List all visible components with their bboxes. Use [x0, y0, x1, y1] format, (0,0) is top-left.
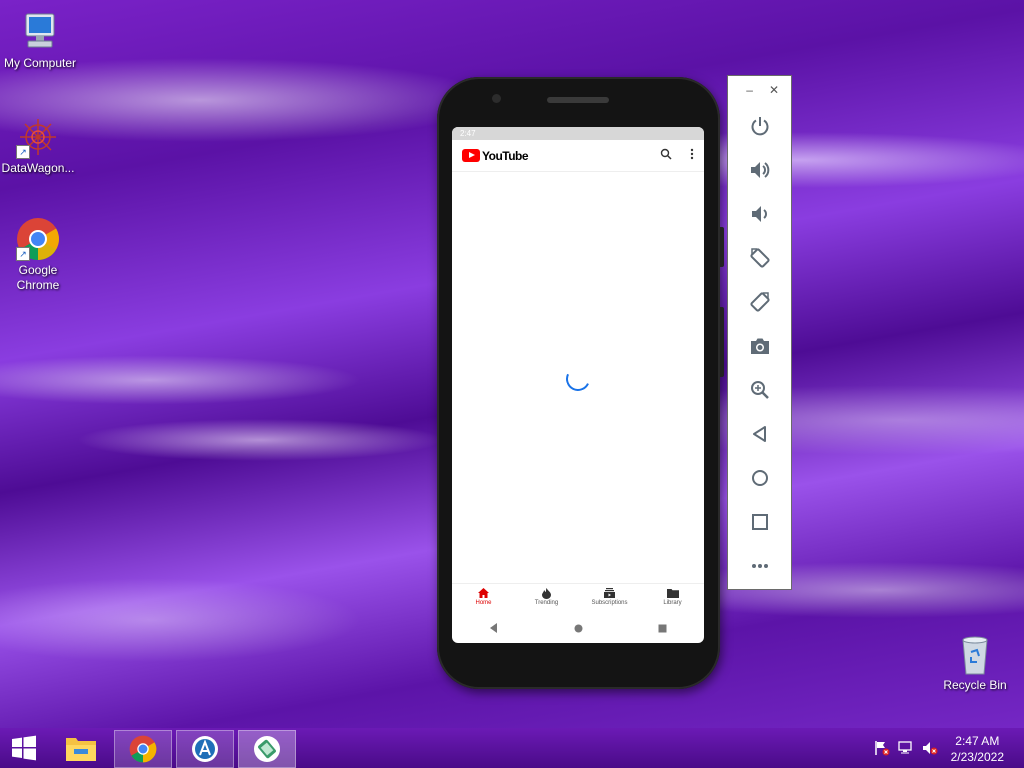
emulator-toolbar: – ✕ — [727, 75, 792, 590]
back-icon — [752, 426, 766, 442]
zoom-icon — [750, 381, 769, 399]
tray-network[interactable] — [896, 730, 916, 766]
flame-icon — [515, 588, 578, 600]
rotate-right-button[interactable] — [728, 280, 791, 324]
file-explorer-icon — [66, 738, 96, 761]
status-time: 2:47 — [460, 129, 476, 138]
subscriptions-icon — [578, 588, 641, 600]
volume-up-icon — [750, 162, 769, 178]
close-button[interactable]: ✕ — [769, 83, 779, 97]
nav-library[interactable]: Library — [641, 584, 704, 614]
nav-label: Trending — [534, 600, 559, 606]
screenshot-button[interactable] — [728, 324, 791, 368]
nav-trending[interactable]: Trending — [515, 584, 578, 614]
youtube-play-icon — [462, 149, 480, 162]
nav-home[interactable]: Home — [452, 584, 515, 614]
phone-screen[interactable]: 2:47 YouTube Home Trending Subscriptions… — [452, 127, 704, 643]
tray-action-center-flag[interactable] — [872, 730, 892, 766]
power-icon — [751, 117, 768, 136]
android-studio-icon — [192, 736, 218, 762]
taskbar-emulator[interactable] — [238, 730, 296, 768]
desktop-icon-label: DataWagon... — [1, 161, 75, 175]
android-navigation-bar — [452, 614, 704, 643]
volume-down-button[interactable] — [728, 192, 791, 236]
android-status-bar: 2:47 — [452, 127, 704, 140]
desktop-icon-recycle-bin[interactable]: Recycle Bin — [935, 632, 1015, 693]
search-icon[interactable] — [660, 147, 672, 165]
flag-alert-icon — [875, 741, 890, 756]
windows-logo-icon — [12, 735, 36, 761]
taskbar-clock[interactable]: 2:47 AM 2/23/2022 — [951, 733, 1004, 765]
network-icon — [898, 741, 912, 754]
desktop-icon-my-computer[interactable]: My Computer — [0, 10, 80, 71]
android-overview-icon[interactable] — [658, 620, 667, 638]
emulator-icon — [254, 736, 280, 762]
computer-icon — [18, 10, 62, 54]
rotate-right-icon — [749, 292, 770, 312]
taskbar-android-studio[interactable] — [176, 730, 234, 768]
android-emulator-phone: 2:47 YouTube Home Trending Subscriptions… — [437, 77, 724, 689]
shortcut-arrow-icon: ↗ — [16, 247, 30, 261]
toolbar-title-bar: – ✕ — [728, 76, 791, 104]
chrome-icon: ↗ — [16, 217, 60, 261]
rotate-left-icon — [749, 248, 770, 268]
clock-time: 2:47 AM — [955, 734, 1000, 748]
home-icon — [751, 470, 768, 486]
home-button[interactable] — [728, 456, 791, 500]
more-icon — [751, 564, 768, 568]
chrome-icon — [129, 735, 157, 763]
shortcut-arrow-icon: ↗ — [16, 145, 30, 159]
desktop-icon-label: Recycle Bin — [943, 678, 1007, 692]
power-button[interactable] — [728, 104, 791, 148]
rotate-left-button[interactable] — [728, 236, 791, 280]
desktop-icon-label: My Computer — [3, 56, 77, 70]
recycle-bin-icon — [953, 632, 997, 676]
overview-button[interactable] — [728, 500, 791, 544]
taskbar-chrome[interactable] — [114, 730, 172, 768]
start-button[interactable] — [6, 730, 42, 766]
earpiece-speaker — [547, 97, 609, 103]
android-home-icon[interactable] — [574, 620, 583, 638]
taskbar-file-explorer[interactable] — [58, 730, 104, 766]
youtube-bottom-nav: Home Trending Subscriptions Library — [452, 583, 704, 614]
more-button[interactable] — [728, 544, 791, 588]
power-side-button[interactable] — [720, 227, 724, 267]
camera-icon — [750, 338, 769, 354]
back-button[interactable] — [728, 412, 791, 456]
volume-up-button[interactable] — [728, 148, 791, 192]
minimize-button[interactable]: – — [746, 83, 753, 97]
desktop-icon-google-chrome[interactable]: ↗ Google Chrome — [0, 217, 78, 293]
clock-date: 2/23/2022 — [950, 750, 1004, 764]
zoom-button[interactable] — [728, 368, 791, 412]
tray-volume[interactable] — [920, 730, 940, 766]
front-camera — [492, 94, 501, 103]
nav-label: Home — [475, 600, 492, 606]
youtube-top-bar: YouTube — [452, 140, 704, 172]
volume-down-icon — [751, 206, 767, 222]
folder-icon — [641, 588, 704, 600]
volume-muted-icon — [923, 742, 938, 755]
taskbar: 2:47 AM 2/23/2022 — [0, 728, 1024, 768]
nav-label: Subscriptions — [591, 600, 628, 606]
more-vert-icon[interactable] — [690, 147, 694, 165]
overview-icon — [751, 514, 768, 530]
loading-spinner — [562, 363, 594, 395]
datawagon-icon: ↗ — [16, 115, 60, 159]
volume-side-button[interactable] — [720, 307, 724, 377]
home-icon — [452, 588, 515, 600]
desktop-icon-label: Google Chrome — [16, 263, 60, 292]
desktop-icon-datawagon[interactable]: ↗ DataWagon... — [0, 115, 78, 176]
android-back-icon[interactable] — [489, 620, 499, 638]
nav-subscriptions[interactable]: Subscriptions — [578, 584, 641, 614]
youtube-logo[interactable]: YouTube — [462, 148, 529, 163]
youtube-logo-text: YouTube — [482, 148, 529, 163]
nav-label: Library — [663, 600, 682, 606]
